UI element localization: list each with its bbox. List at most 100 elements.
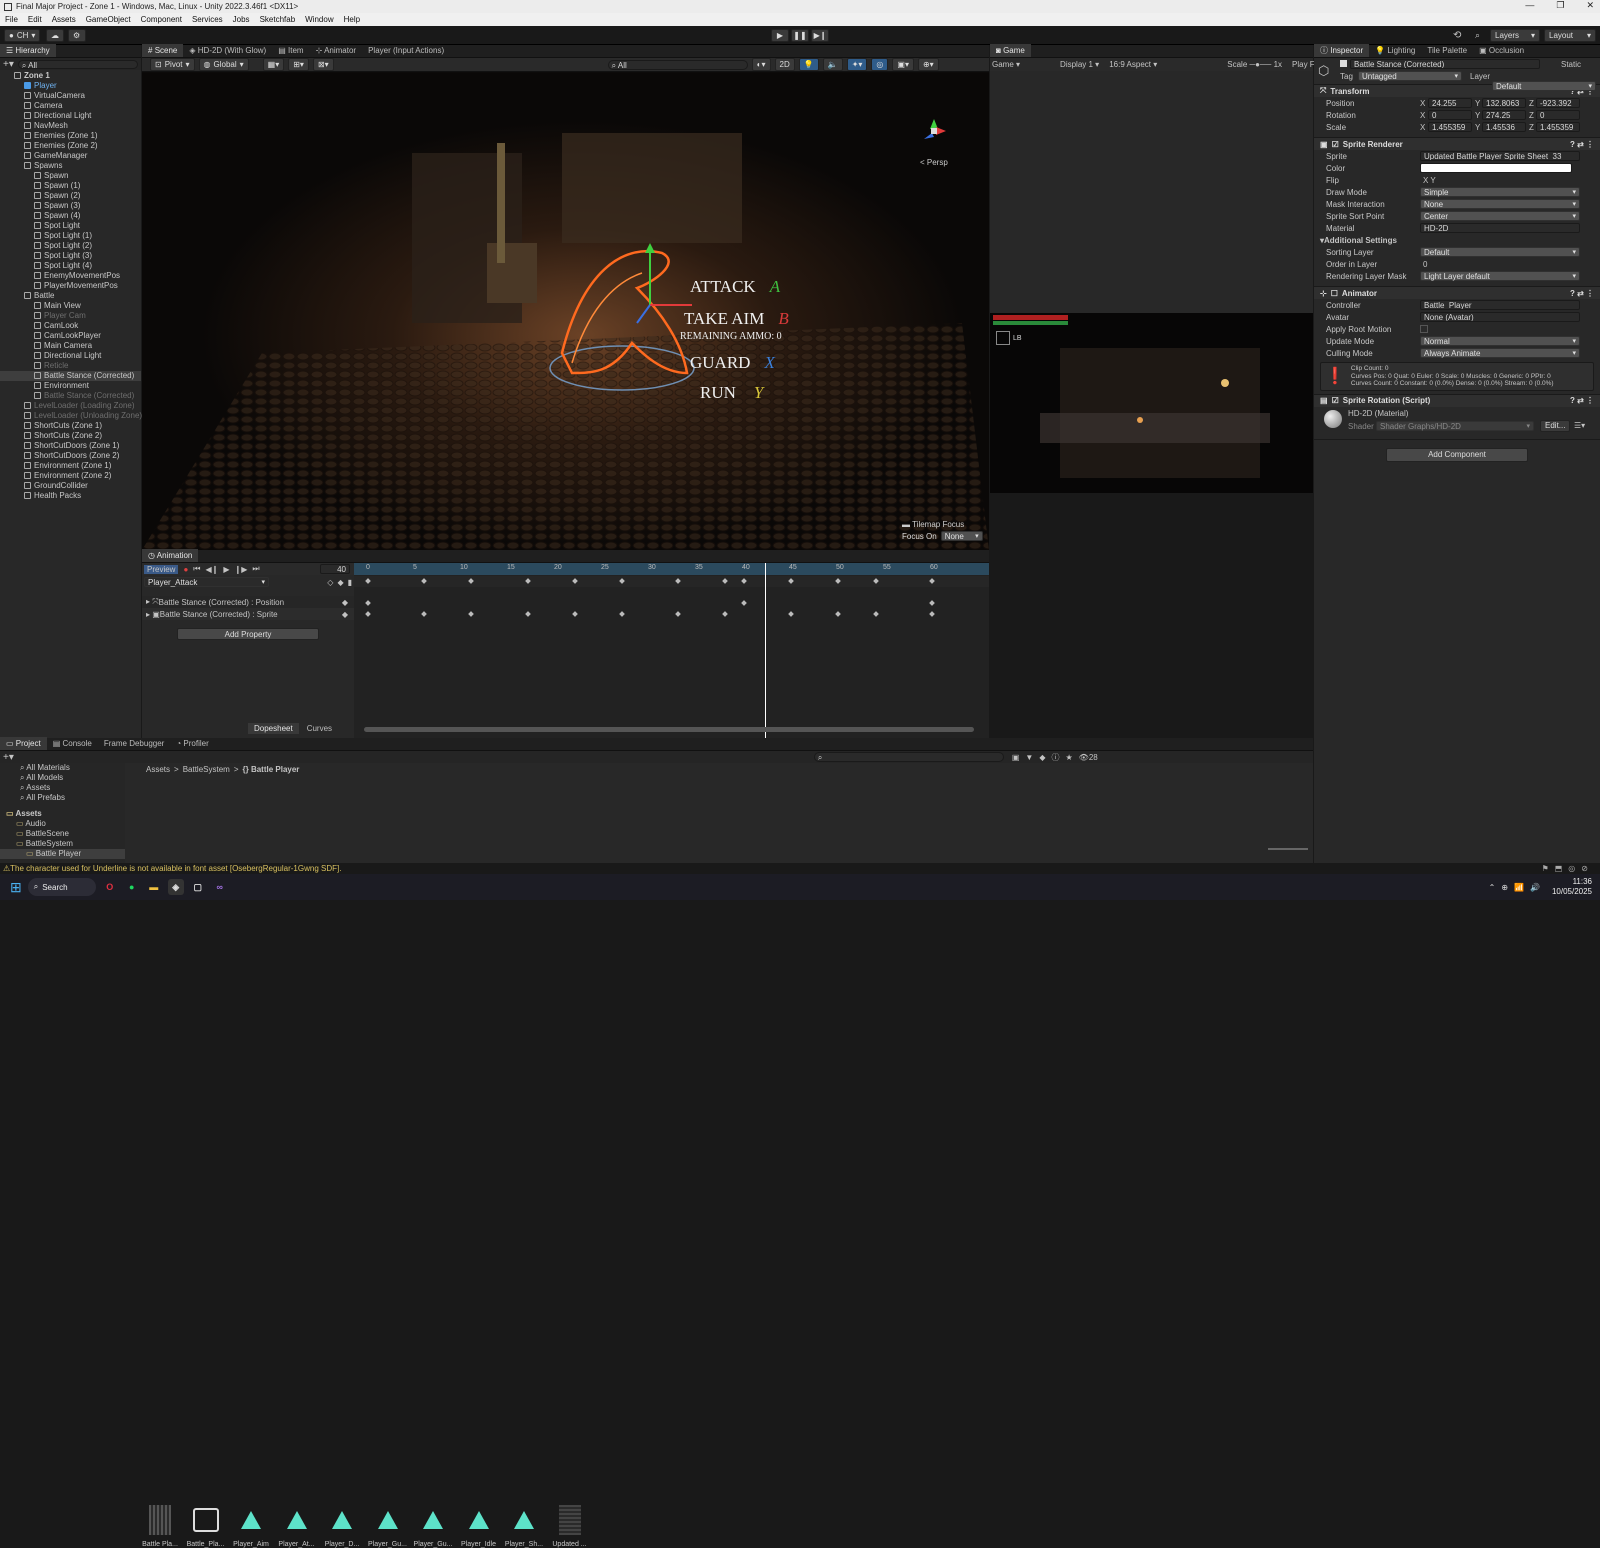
animator-checkbox[interactable]: ☐ [1331,289,1338,298]
hierarchy-item[interactable]: Environment (Zone 2) [0,471,141,481]
animator-header[interactable]: ⊹ ☐ Animator? ⇄ ⋮ [1314,286,1600,299]
pause-button[interactable]: ❚❚ [791,29,809,42]
add-event-icon[interactable]: ◆ [337,578,343,587]
sprite-rotation-header[interactable]: ▤ ☑ Sprite Rotation (Script)? ⇄ ⋮ [1314,393,1600,407]
hierarchy-item[interactable]: Spot Light (3) [0,251,141,261]
additional-settings-foldout[interactable]: ▾ Additional Settings [1314,234,1600,246]
history-icon[interactable]: ⟲ [1453,30,1461,41]
pivot-dropdown[interactable]: ⊡ Pivot ▾ [150,58,195,71]
aspect-dropdown[interactable]: 16:9 Aspect ▾ [1109,60,1157,69]
hierarchy-item[interactable]: Spawns [0,161,141,171]
keyframe[interactable] [835,611,841,617]
favorite-item[interactable]: ⌕ All Materials [20,763,125,773]
focus-on-dropdown[interactable]: None [940,531,983,541]
asset-item[interactable]: Player_Sh... [504,1503,544,1548]
hierarchy-item[interactable]: CamLook [0,321,141,331]
menu-gameobject[interactable]: GameObject [81,13,136,26]
record-icon[interactable]: ● [183,565,188,574]
tab-item[interactable]: ▤ Item [272,44,309,57]
asset-item[interactable]: Player_Gu... [368,1503,408,1548]
hierarchy-item[interactable]: VirtualCamera [0,91,141,101]
effects-toggle[interactable]: ✦▾ [846,58,868,71]
static-toggle[interactable]: Static [1561,60,1581,69]
lighting-toggle[interactable]: 💡 [798,58,819,71]
animator-menu-icon[interactable]: ? ⇄ ⋮ [1570,289,1600,298]
tab-occlusion[interactable]: ▣ Occlusion [1473,44,1530,57]
object-name-field[interactable]: Battle Stance (Corrected) [1350,59,1540,69]
folder-item[interactable]: ▭ BattleScene [0,829,125,839]
asset-item[interactable]: Player_Idle [459,1503,499,1548]
keyframe[interactable] [722,611,729,617]
gizmo-toggle-button[interactable]: ⊠▾ [312,58,334,71]
active-checkbox[interactable] [1340,60,1347,67]
preview-toggle[interactable]: Preview [144,564,179,574]
asset-item[interactable]: Player_D... [322,1503,362,1548]
property-sprite[interactable]: ▸ ▣ Battle Stance (Corrected) : Sprite ◆ [142,608,354,620]
dopesheet-area[interactable]: 0 5 10 15 20 25 30 35 40 45 50 55 60 [354,563,989,738]
position-z[interactable]: -923.392 [1536,98,1580,108]
hierarchy-item[interactable]: Environment (Zone 1) [0,461,141,471]
playhead[interactable] [765,563,766,738]
hierarchy-item[interactable]: Zone 1 [0,71,141,81]
gizmos-button[interactable]: ⊕▾ [917,58,939,71]
menu-help[interactable]: Help [339,13,365,26]
hierarchy-item[interactable]: ShortCuts (Zone 1) [0,421,141,431]
breadcrumb-battlesystem[interactable]: BattleSystem [183,765,230,774]
menu-assets[interactable]: Assets [47,13,81,26]
step-button[interactable]: ▶❙ [811,29,829,42]
tab-game[interactable]: ◙ Game [990,44,1031,57]
hierarchy-item[interactable]: Spot Light (4) [0,261,141,271]
project-search[interactable]: ⌕ [813,752,1004,762]
asset-item[interactable]: Player_Aim [231,1503,271,1548]
animator-value[interactable]: Normal [1420,336,1580,346]
tab-hd2d[interactable]: ◈ HD-2D (With Glow) [183,44,272,57]
hierarchy-item[interactable]: Spawn (4) [0,211,141,221]
keyframe[interactable] [421,611,428,617]
breadcrumb-assets[interactable]: Assets [146,765,170,774]
draw-mode-button[interactable]: ◐▾ [751,58,771,71]
hierarchy-item[interactable]: GameManager [0,151,141,161]
maximize-icon[interactable]: ❐ [1556,0,1564,11]
search-icon[interactable]: ⌕ [1475,30,1480,41]
color-field[interactable] [1420,163,1572,173]
asset-item[interactable]: Battle_Pla... [186,1503,226,1548]
asset-item[interactable]: Battle Pla... [140,1503,180,1548]
hierarchy-item[interactable]: Spawn (3) [0,201,141,211]
property-position[interactable]: ▸ ⤧ Battle Stance (Corrected) : Position… [142,596,354,608]
toggle-2d-button[interactable]: 2D [774,58,795,71]
close-icon[interactable]: ✕ [1586,0,1594,11]
minimize-icon[interactable]: — [1525,0,1534,11]
tab-console[interactable]: ▤ Console [47,737,98,750]
sprite-rotation-checkbox[interactable]: ☑ [1332,396,1339,405]
hierarchy-item[interactable]: Enemies (Zone 2) [0,141,141,151]
keyframe[interactable] [618,611,625,617]
hierarchy-item[interactable]: Player Cam [0,311,141,321]
keyframe[interactable] [365,600,371,606]
dopesheet-tab[interactable]: Dopesheet [248,723,299,734]
opera-icon[interactable]: O [102,879,118,895]
hierarchy-item[interactable]: Main View [0,301,141,311]
status-message[interactable]: The character used for Underline is not … [10,864,341,873]
hierarchy-item[interactable]: NavMesh [0,121,141,131]
rotation-x[interactable]: 0 [1428,110,1472,120]
tab-hierarchy[interactable]: ☰ Hierarchy [0,44,56,57]
add-object-icon[interactable]: +▾ [3,59,14,70]
hierarchy-item[interactable]: Battle Stance (Corrected) [0,371,141,381]
hierarchy-item[interactable]: Environment [0,381,141,391]
keyframe[interactable] [675,611,682,617]
folder-item[interactable]: ▭ BattleSystem [0,839,125,849]
tab-frame-debugger[interactable]: Frame Debugger [98,737,170,750]
global-dropdown[interactable]: ◍ Global ▾ [198,58,249,71]
hierarchy-item[interactable]: Enemies (Zone 1) [0,131,141,141]
tab-profiler[interactable]: ◔ Profiler [170,737,214,750]
spotify-icon[interactable]: ● [124,879,140,895]
hierarchy-item[interactable]: Directional Light [0,111,141,121]
menu-services[interactable]: Services [187,13,228,26]
position-y[interactable]: 132.8063 [1482,98,1526,108]
audio-toggle[interactable]: 🔈 [822,58,843,71]
keyframe[interactable] [365,611,371,617]
favorite-item[interactable]: ⌕ Assets [20,783,125,793]
menu-component[interactable]: Component [136,13,187,26]
keyframe[interactable] [741,600,747,606]
status-icons[interactable]: ⚑⬒◎⊘ [1542,864,1600,873]
